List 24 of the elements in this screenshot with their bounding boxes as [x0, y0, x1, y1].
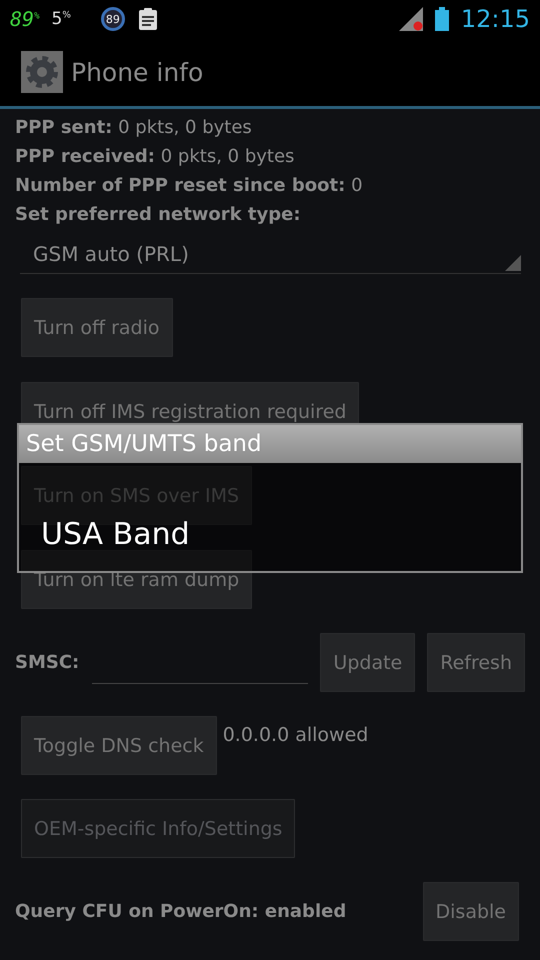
- dialog-title: Set GSM/UMTS band: [19, 425, 521, 463]
- temperature-indicator: 89$^{%}$: [10, 7, 40, 31]
- info-line: PPP sent: 0 pkts, 0 bytes: [15, 116, 253, 140]
- notification-badge: 89: [100, 7, 125, 31]
- info-line: PPP received: 0 pkts, 0 bytes: [15, 145, 296, 169]
- disable-button[interactable]: Disable: [422, 882, 519, 941]
- dropdown-corner-icon: [505, 255, 521, 271]
- clock: 12:15: [460, 5, 530, 33]
- dns-status: 0.0.0.0 allowed: [222, 724, 368, 746]
- dns-check-button[interactable]: Toggle DNS check: [21, 716, 217, 775]
- storage-indicator: 5$^{%}$: [52, 9, 71, 29]
- network-type-dropdown[interactable]: GSM auto (PRL): [20, 235, 521, 274]
- gear-icon: [21, 51, 63, 93]
- info-line: Number of PPP reset since boot: 0: [15, 174, 364, 198]
- smsc-button[interactable]: Refresh: [427, 633, 525, 692]
- smsc-button[interactable]: Update: [320, 633, 416, 692]
- battery-icon: [434, 7, 449, 31]
- info-line: Set preferred network type:: [15, 203, 302, 227]
- screen-title: Phone info: [71, 58, 204, 86]
- smsc-label: SMSC:: [15, 652, 80, 673]
- clipboard-icon: [136, 7, 159, 31]
- action-button[interactable]: Turn off radio: [21, 298, 172, 357]
- cfu-status: Query CFU on PowerOn: enabled: [15, 901, 346, 922]
- signal-icon: [398, 7, 423, 31]
